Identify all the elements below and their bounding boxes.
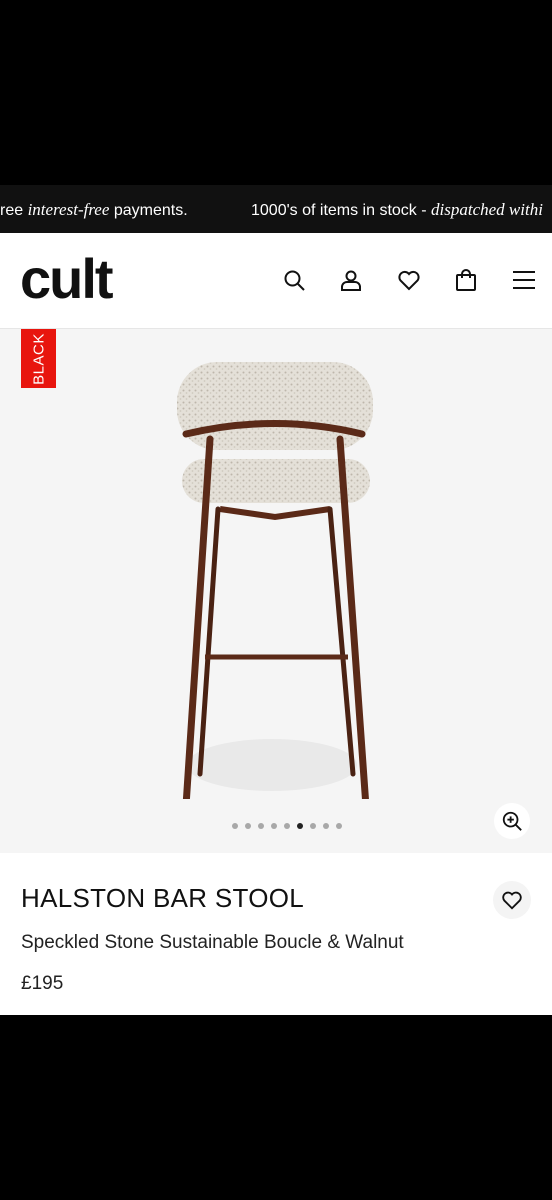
carousel-dot[interactable]	[232, 823, 238, 829]
carousel-dot[interactable]	[245, 823, 251, 829]
product-title: HALSTON BAR STOOL	[21, 883, 305, 913]
product-price: £195	[21, 973, 64, 994]
carousel-dot[interactable]	[271, 823, 277, 829]
product-variant: Speckled Stone Sustainable Boucle & Waln…	[21, 932, 404, 953]
site-header: cult	[0, 233, 552, 329]
add-to-wishlist-button[interactable]	[493, 881, 531, 919]
black-friday-badge: BLACK	[21, 329, 56, 388]
carousel-dot[interactable]	[336, 823, 342, 829]
heart-icon	[502, 891, 522, 910]
zoom-in-icon[interactable]	[494, 803, 530, 839]
menu-icon[interactable]	[509, 265, 539, 295]
product-page: cult BLACK HALSTON BAR STOOL Speckled St…	[0, 233, 552, 1015]
carousel-dots	[232, 823, 342, 829]
cult-logo[interactable]: cult	[20, 249, 114, 309]
carousel-dot[interactable]	[310, 823, 316, 829]
announcement-item-stock: 1000's of items in stock - dispatched wi…	[251, 200, 543, 219]
wishlist-icon[interactable]	[394, 265, 424, 295]
product-image-gallery[interactable]: BLACK	[0, 329, 552, 853]
bar-stool-image	[177, 362, 373, 799]
carousel-dot[interactable]	[323, 823, 329, 829]
bag-icon[interactable]	[451, 265, 481, 295]
announcement-item-payments: ree interest-free payments.	[0, 200, 188, 219]
account-icon[interactable]	[336, 265, 366, 295]
carousel-dot[interactable]	[284, 823, 290, 829]
product-info: HALSTON BAR STOOL Speckled Stone Sustain…	[0, 853, 552, 1015]
announcement-bar: ree interest-free payments. 1000's of it…	[0, 185, 552, 233]
carousel-dot[interactable]	[258, 823, 264, 829]
search-icon[interactable]	[279, 265, 309, 295]
carousel-dot[interactable]	[297, 823, 303, 829]
